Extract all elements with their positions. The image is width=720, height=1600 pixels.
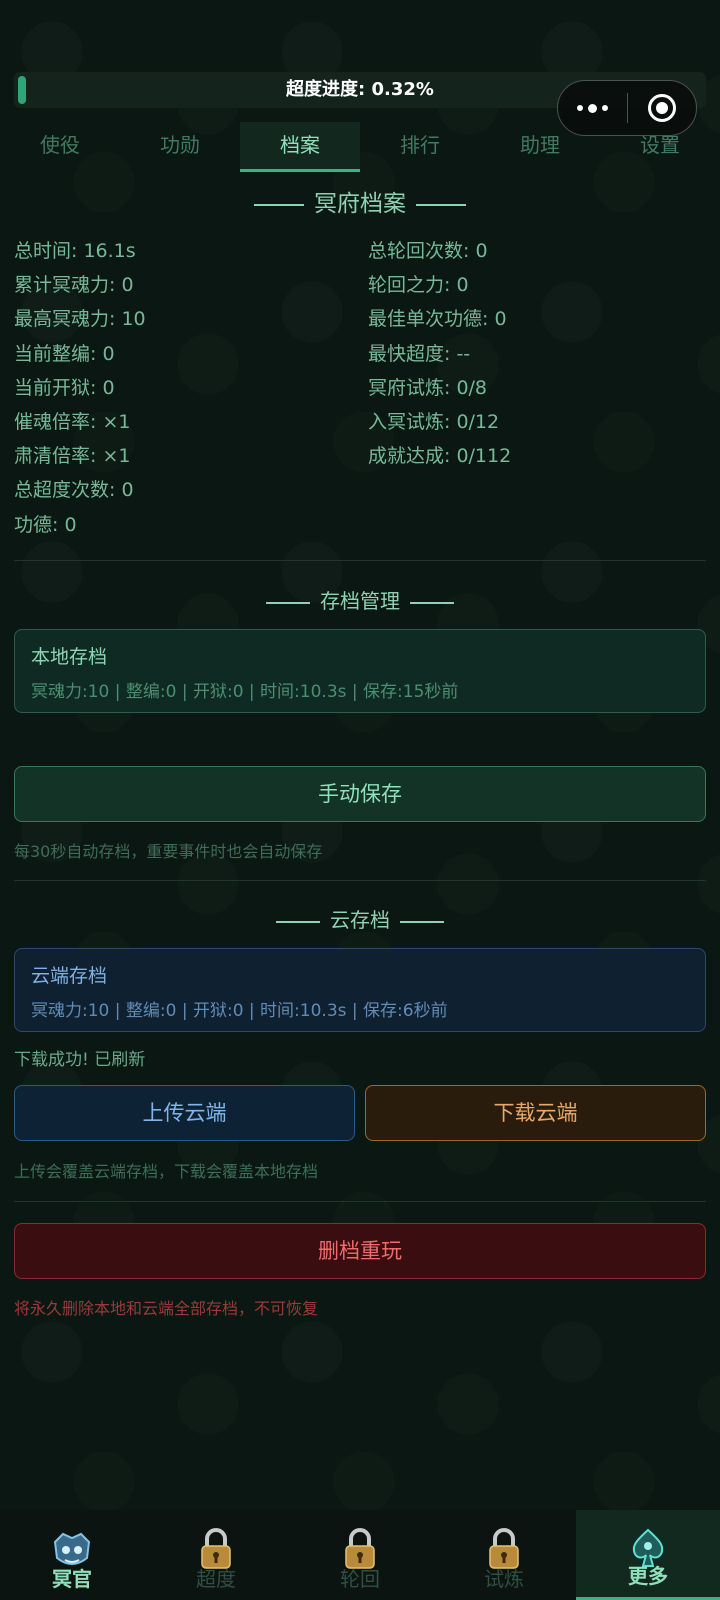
nav-chaodu[interactable]: 超度 <box>144 1510 288 1600</box>
stat-total-reincarnation: 总轮回次数: 0 <box>368 240 488 262</box>
tab-shezhi[interactable]: 设置 <box>600 122 720 172</box>
nav-label: 超度 <box>196 1567 236 1591</box>
stat-achievements: 成就达成: 0/112 <box>368 445 512 468</box>
stat-purge-multiplier: 肃清倍率: ×1 <box>14 445 131 468</box>
stats-left-column: 总时间: 16.1s 累计冥魂力: 0 最高冥魂力: 10 当前整编: 0 当前… <box>14 234 146 542</box>
tab-dangan[interactable]: 档案 <box>240 122 360 172</box>
stat-current-reorg: 当前整编: 0 <box>14 342 115 365</box>
more-dots-icon <box>576 103 608 113</box>
delete-warning: 将永久删除本地和云端全部存档，不可恢复 <box>14 1299 319 1318</box>
tab-bar: 使役 功勋 档案 排行 助理 设置 <box>0 122 720 172</box>
stat-total-salvation: 总超度次数: 0 <box>14 479 134 502</box>
stat-entry-trial: 入冥试炼: 0/12 <box>368 410 500 433</box>
nav-shilian[interactable]: 试炼 <box>432 1510 576 1600</box>
manual-save-button[interactable]: 手动保存 <box>14 766 706 822</box>
download-cloud-button[interactable]: 下载云端 <box>365 1085 706 1141</box>
cloud-save-info: 冥魂力:10 | 整编:0 | 开狱:0 | 时间:10.3s | 保存:6秒前 <box>31 1001 448 1021</box>
stats-right-column: 总轮回次数: 0 轮回之力: 0 最佳单次功德: 0 最快超度: -- 冥府试炼… <box>368 234 511 473</box>
upload-cloud-button[interactable]: 上传云端 <box>14 1085 355 1141</box>
nav-label: 轮回 <box>340 1567 380 1591</box>
local-save-title: 本地存档 <box>31 646 108 668</box>
tab-zhuli[interactable]: 助理 <box>480 122 600 172</box>
stat-urge-multiplier: 催魂倍率: ×1 <box>14 410 131 433</box>
save-mgmt-title: 存档管理 <box>320 589 400 613</box>
stat-cumulative-power: 累计冥魂力: 0 <box>14 274 134 297</box>
divider <box>14 1201 706 1202</box>
stat-reincarnation-power: 轮回之力: 0 <box>368 274 469 297</box>
tab-shiyi[interactable]: 使役 <box>0 122 120 172</box>
stat-underworld-trial: 冥府试炼: 0/8 <box>368 376 488 399</box>
delete-save-button[interactable]: 删档重玩 <box>14 1223 706 1279</box>
stat-merit: 功德: 0 <box>14 513 77 536</box>
nav-gengduo[interactable]: 更多 <box>576 1510 720 1600</box>
bottom-nav: 冥官 超度 轮回 试炼 更多 <box>0 1510 720 1600</box>
divider <box>14 880 706 881</box>
cloud-section-title: 云存档 <box>0 904 720 933</box>
target-close-icon <box>647 94 676 122</box>
tab-paihang[interactable]: 排行 <box>360 122 480 172</box>
auto-save-hint: 每30秒自动存档，重要事件时也会自动保存 <box>14 842 323 861</box>
cloud-hint: 上传会覆盖云端存档，下载会覆盖本地存档 <box>14 1162 319 1181</box>
divider <box>14 560 706 561</box>
cloud-title: 云存档 <box>330 908 390 932</box>
stat-max-power: 最高冥魂力: 10 <box>14 308 146 331</box>
archive-section-title: 冥府档案 <box>0 184 720 218</box>
stat-current-prison: 当前开狱: 0 <box>14 376 115 399</box>
nav-mingguan[interactable]: 冥官 <box>0 1510 144 1600</box>
stat-total-time: 总时间: 16.1s <box>14 240 136 262</box>
cloud-save-card: 云端存档 冥魂力:10 | 整编:0 | 开狱:0 | 时间:10.3s | 保… <box>14 948 706 1032</box>
nav-label: 试炼 <box>484 1567 524 1591</box>
cloud-save-title: 云端存档 <box>31 965 108 987</box>
local-save-card: 本地存档 冥魂力:10 | 整编:0 | 开狱:0 | 时间:10.3s | 保… <box>14 629 706 713</box>
stat-fastest-salvation: 最快超度: -- <box>368 342 471 365</box>
save-section-title: 存档管理 <box>0 585 720 614</box>
local-save-info: 冥魂力:10 | 整编:0 | 开狱:0 | 时间:10.3s | 保存:15秒… <box>31 682 459 702</box>
stat-best-merit: 最佳单次功德: 0 <box>368 308 507 331</box>
archive-title: 冥府档案 <box>314 191 406 217</box>
tab-gongxun[interactable]: 功勋 <box>120 122 240 172</box>
nav-lunhui[interactable]: 轮回 <box>288 1510 432 1600</box>
nav-label: 更多 <box>628 1564 668 1588</box>
cloud-status: 下载成功! 已刷新 <box>14 1050 146 1070</box>
nav-label: 冥官 <box>52 1567 92 1591</box>
